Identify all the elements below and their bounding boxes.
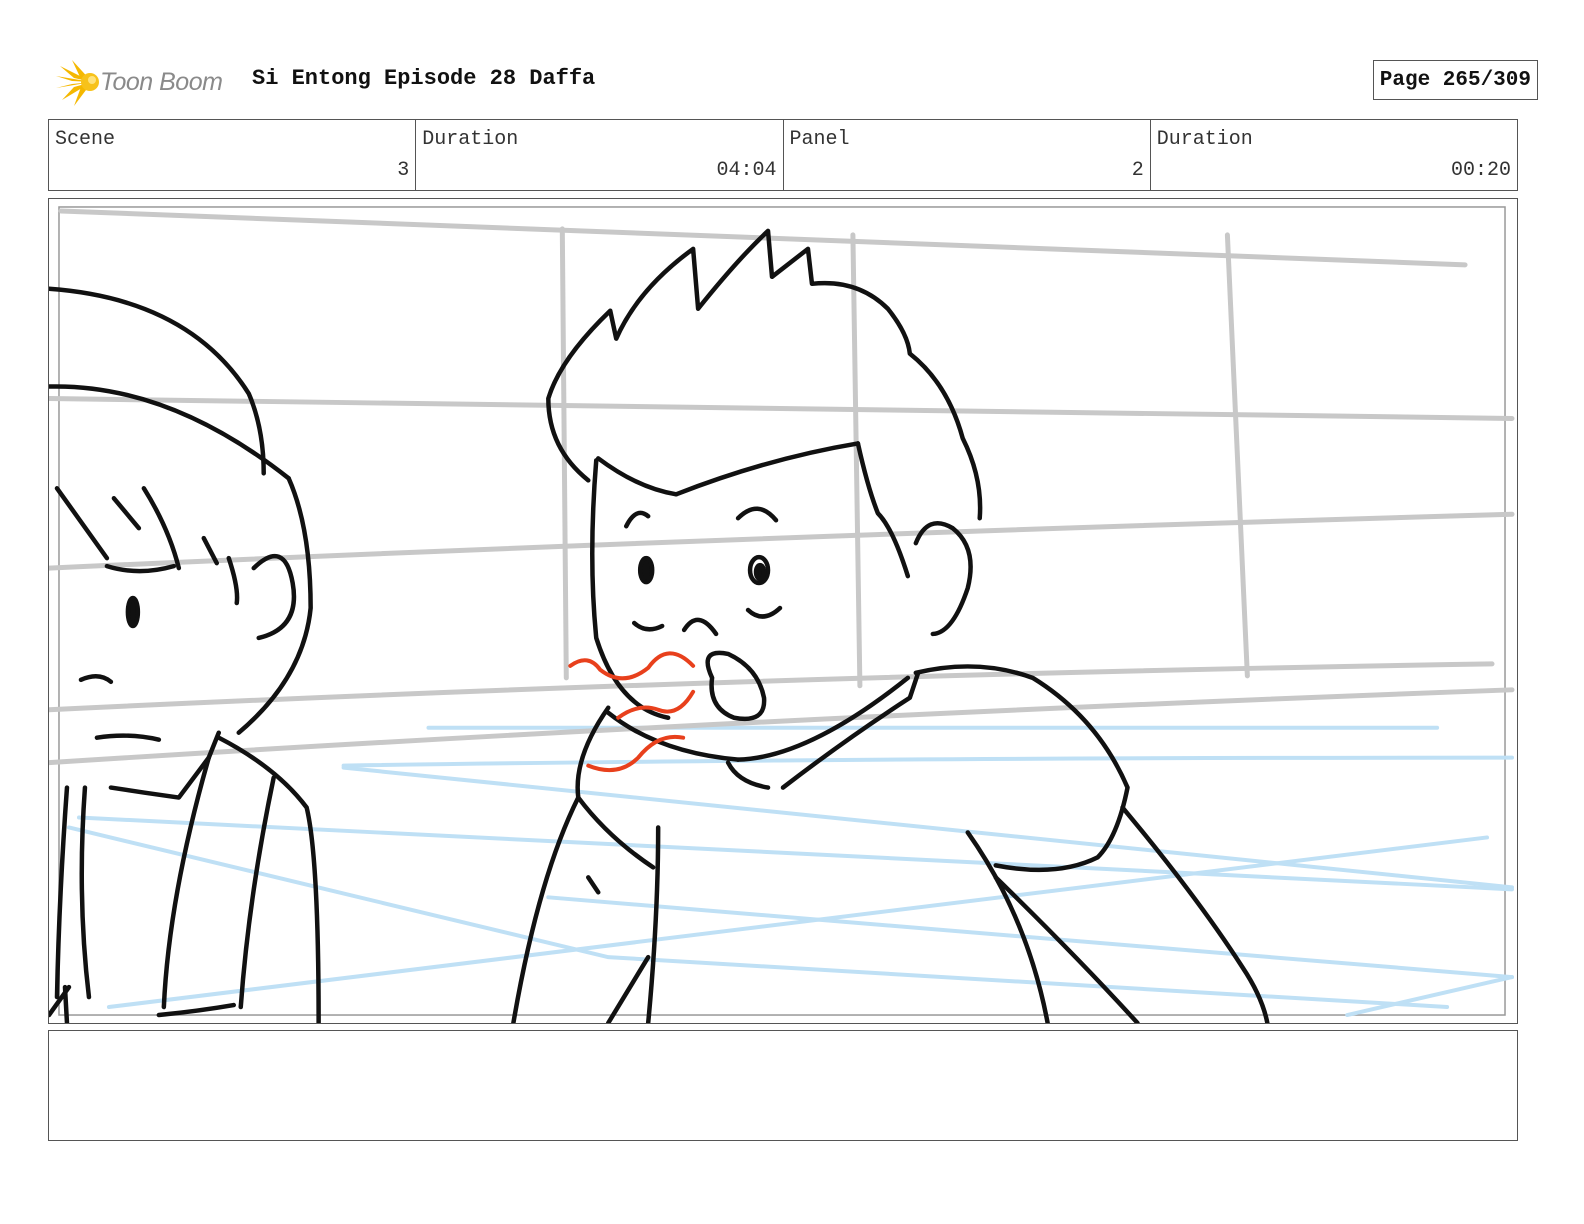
camera-frame [58, 206, 1506, 1016]
panel-value: 2 [1131, 159, 1144, 182]
burst-logo-icon [56, 60, 99, 106]
toon-boom-logo: Toon Boom [52, 56, 242, 108]
panel-duration-label: Duration [1156, 128, 1253, 151]
storyboard-panel-image [48, 198, 1518, 1024]
page-header: Toon Boom Si Entong Episode 28 Daffa Pag… [48, 56, 1538, 108]
panel-notes-box [48, 1030, 1518, 1141]
sketch-drawing [49, 206, 1515, 1023]
blue-construction-lines [66, 725, 1515, 1018]
scene-cell: Scene 3 [49, 120, 417, 190]
grey-grid-lines [49, 208, 1515, 766]
logo-text: Toon Boom [100, 67, 223, 96]
panel-duration-value: 00:20 [1450, 159, 1511, 182]
panel-label: Panel [789, 128, 850, 151]
scene-label: Scene [55, 128, 116, 151]
panel-cell: Panel 2 [784, 120, 1151, 190]
panel-duration-cell: Duration 00:20 [1151, 120, 1517, 190]
page-counter: Page 265/309 [1372, 60, 1538, 100]
scene-duration-label: Duration [422, 128, 519, 151]
scene-duration-cell: Duration 04:04 [416, 120, 784, 190]
panel-info-table: Scene 3 Duration 04:04 Panel 2 Duration … [48, 119, 1518, 191]
red-motion-lines [568, 651, 696, 773]
scene-duration-value: 04:04 [716, 159, 777, 182]
storyboard-title: Si Entong Episode 28 Daffa [252, 66, 596, 91]
scene-value: 3 [397, 159, 410, 182]
